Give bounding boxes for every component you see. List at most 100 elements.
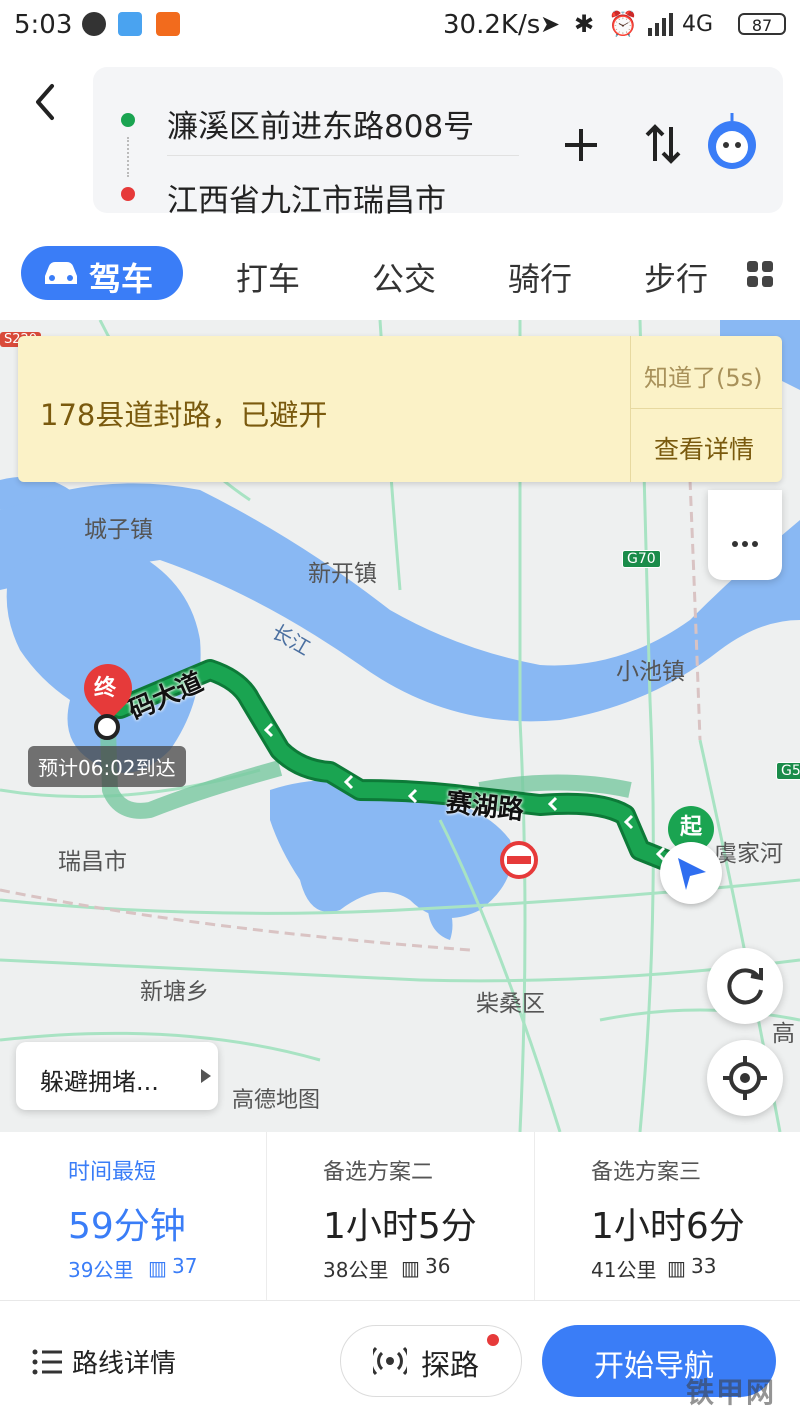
refresh-button[interactable] bbox=[707, 948, 783, 1024]
destination-field[interactable]: 江西省九江市瑞昌市 bbox=[167, 175, 446, 220]
route-details-label: 路线详情 bbox=[72, 1349, 177, 1379]
tab-bike[interactable]: 骑行 bbox=[508, 254, 572, 300]
notice-divider-h bbox=[630, 408, 782, 409]
explore-label: 探路 bbox=[421, 1348, 480, 1382]
map-label-xinkai: 新开镇 bbox=[308, 561, 377, 587]
add-waypoint-button[interactable] bbox=[561, 125, 601, 165]
battery-icon: 87 bbox=[738, 13, 786, 35]
origin-dot-icon bbox=[121, 113, 135, 127]
route-connector bbox=[127, 137, 131, 177]
route-duration: 59分钟 bbox=[68, 1206, 186, 1247]
network-type: 4G bbox=[682, 12, 714, 37]
current-location-marker bbox=[660, 842, 722, 904]
globe-icon bbox=[82, 12, 106, 36]
map-label-ruichang: 瑞昌市 bbox=[58, 849, 127, 875]
avoid-congestion-button[interactable]: 躲避拥堵... bbox=[16, 1042, 218, 1110]
notice-details-button[interactable]: 查看详情 bbox=[654, 430, 754, 466]
route-distance: 38公里 bbox=[323, 1258, 389, 1282]
play-triangle-icon bbox=[201, 1069, 211, 1083]
route-input-box: 濂溪区前进东路808号 江西省九江市瑞昌市 bbox=[93, 67, 783, 219]
map-attribution: 高德地图 bbox=[232, 1088, 321, 1113]
travel-mode-tabs: 驾车 打车 公交 骑行 步行 bbox=[0, 234, 800, 320]
tab-taxi[interactable]: 打车 bbox=[236, 254, 300, 300]
notice-dismiss-button[interactable]: 知道了(5s) bbox=[644, 358, 763, 393]
notice-message: 178县道封路，已避开 bbox=[40, 398, 328, 432]
more-modes-button[interactable] bbox=[746, 260, 774, 288]
route-distance: 41公里 bbox=[591, 1258, 657, 1282]
road-closure-notice: 178县道封路，已避开 知道了(5s) 查看详情 bbox=[18, 336, 782, 482]
route-name: 备选方案二 bbox=[323, 1160, 434, 1185]
grid-icon bbox=[747, 261, 773, 287]
highway-shield-g70: G70 bbox=[622, 550, 661, 568]
map-label-chengzi: 城子镇 bbox=[84, 517, 153, 543]
tab-walk[interactable]: 步行 bbox=[644, 254, 714, 300]
watermark: 铁甲网 bbox=[686, 1376, 777, 1409]
crosshair-icon bbox=[723, 1056, 767, 1100]
map-label-chaisang: 柴桑区 bbox=[476, 991, 545, 1017]
battery-level: 87 bbox=[751, 16, 773, 35]
swap-icon bbox=[645, 124, 681, 164]
tab-label: 驾车 bbox=[89, 260, 154, 298]
destination-point-icon bbox=[94, 714, 120, 740]
bottom-action-bar: 路线详情 探路 开始导航 铁甲网 bbox=[0, 1300, 800, 1423]
map-label-xintang: 新塘乡 bbox=[140, 979, 209, 1005]
plus-icon bbox=[565, 129, 597, 161]
route-name: 备选方案三 bbox=[591, 1160, 702, 1185]
map-label-yujiahe: 虞家河 bbox=[714, 841, 783, 867]
destination-dot-icon bbox=[121, 187, 135, 201]
traffic-light-icon: ▥ bbox=[667, 1256, 686, 1280]
locate-button[interactable] bbox=[707, 1040, 783, 1116]
plane-icon bbox=[118, 12, 142, 36]
status-time: 5:03 bbox=[14, 10, 73, 40]
tab-drive[interactable]: 驾车 bbox=[21, 246, 183, 300]
route-lights: 33 bbox=[691, 1254, 717, 1278]
route-option-2[interactable]: 备选方案二 1小时5分 38公里 ▥ 36 bbox=[267, 1132, 533, 1300]
chevron-left-icon bbox=[36, 84, 54, 120]
broadcast-icon bbox=[373, 1346, 407, 1376]
signal-icon bbox=[646, 12, 676, 36]
avoid-congestion-label: 躲避拥堵... bbox=[40, 1068, 159, 1096]
assistant-button[interactable] bbox=[705, 111, 759, 169]
origin-pin-label: 起 bbox=[679, 815, 702, 840]
highway-shield-g5: G5 bbox=[776, 762, 800, 780]
back-button[interactable] bbox=[24, 74, 68, 126]
route-details-button[interactable]: 路线详情 bbox=[32, 1341, 212, 1381]
map-more-button[interactable] bbox=[708, 490, 782, 580]
route-header: 濂溪区前进东路808号 江西省九江市瑞昌市 bbox=[0, 52, 800, 234]
assistant-robot-icon bbox=[708, 113, 756, 169]
list-icon bbox=[32, 1349, 62, 1375]
traffic-light-icon: ▥ bbox=[148, 1256, 167, 1280]
refresh-icon bbox=[727, 968, 763, 1005]
more-dots-icon bbox=[732, 541, 758, 547]
map-label-xiaochi: 小池镇 bbox=[616, 659, 685, 685]
location-arrow-icon: ➤ bbox=[540, 10, 561, 38]
explore-button[interactable]: 探路 bbox=[340, 1325, 522, 1397]
notification-dot bbox=[487, 1334, 499, 1346]
swap-button[interactable] bbox=[643, 121, 683, 167]
map-view[interactable]: 城子镇 新开镇 长江 小池镇 瑞昌市 虞家河 新塘乡 柴桑区 高德地图 高 G7… bbox=[0, 320, 800, 1132]
eta-bubble: 预计06:02到达 bbox=[28, 746, 186, 787]
divider bbox=[167, 155, 519, 156]
car-icon bbox=[45, 262, 77, 284]
route-option-1[interactable]: 时间最短 59分钟 39公里 ▥ 37 bbox=[0, 1132, 266, 1300]
status-bar: 5:03 30.2K/s ➤ ✱ ⏰ 4G 87 bbox=[0, 0, 800, 52]
traffic-light-icon: ▥ bbox=[401, 1256, 420, 1280]
route-name: 时间最短 bbox=[68, 1160, 157, 1185]
route-options: 时间最短 59分钟 39公里 ▥ 37 备选方案二 1小时5分 38公里 ▥ 3… bbox=[0, 1132, 800, 1300]
route-duration: 1小时5分 bbox=[323, 1206, 477, 1247]
tab-transit[interactable]: 公交 bbox=[372, 254, 436, 300]
alarm-icon: ⏰ bbox=[608, 10, 638, 38]
navigation-arrow-icon bbox=[678, 858, 706, 890]
origin-field[interactable]: 濂溪区前进东路808号 bbox=[167, 101, 474, 146]
route-lights: 36 bbox=[425, 1254, 451, 1278]
app-icon bbox=[156, 12, 180, 36]
route-option-3[interactable]: 备选方案三 1小时6分 41公里 ▥ 33 bbox=[535, 1132, 800, 1300]
notice-divider-v bbox=[630, 336, 631, 482]
network-speed: 30.2K/s bbox=[443, 10, 541, 40]
route-lights: 37 bbox=[172, 1254, 198, 1278]
road-closed-icon bbox=[500, 841, 538, 879]
route-distance: 39公里 bbox=[68, 1258, 134, 1282]
bluetooth-icon: ✱ bbox=[574, 10, 595, 38]
route-duration: 1小时6分 bbox=[591, 1206, 745, 1247]
destination-pin-label: 终 bbox=[94, 676, 117, 701]
